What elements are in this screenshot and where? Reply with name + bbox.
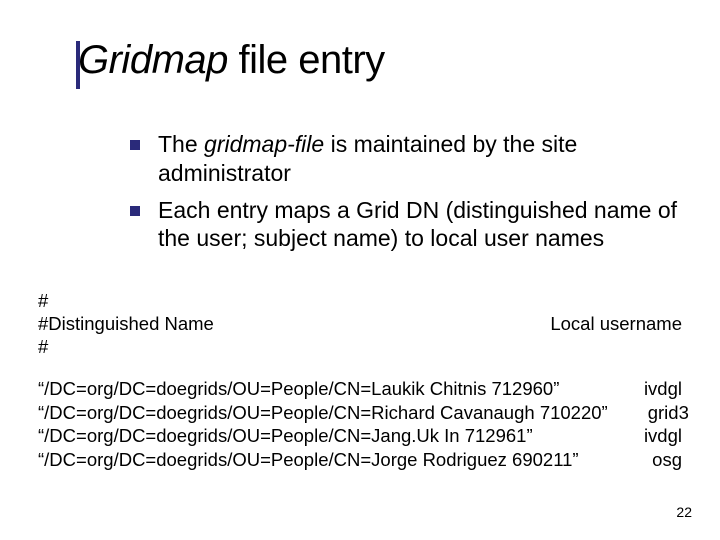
- bullet-list: The gridmap-file is maintained by the si…: [130, 130, 690, 261]
- bullet-item: Each entry maps a Grid DN (distinguished…: [130, 196, 690, 254]
- entry-dn: “/DC=org/DC=doegrids/OU=People/CN=Richar…: [38, 401, 648, 425]
- slide: Gridmap file entry The gridmap-file is m…: [0, 0, 720, 540]
- entry-user: ivdgl: [644, 377, 682, 401]
- entry-user: ivdgl: [644, 424, 682, 448]
- entry-dn: “/DC=org/DC=doegrids/OU=People/CN=Laukik…: [38, 377, 599, 401]
- entry-dn: “/DC=org/DC=doegrids/OU=People/CN=Jang.U…: [38, 424, 573, 448]
- comment-user-label: Local username: [550, 312, 682, 335]
- bullet-text-pre: The: [158, 131, 204, 157]
- entry-dn: “/DC=org/DC=doegrids/OU=People/CN=Jorge …: [38, 448, 619, 472]
- square-bullet-icon: [130, 140, 140, 150]
- entry-user: grid3: [648, 401, 689, 425]
- comment-line: #: [38, 335, 682, 358]
- bullet-text: Each entry maps a Grid DN (distinguished…: [158, 196, 690, 254]
- title-block: Gridmap file entry: [78, 38, 385, 82]
- comment-header-row: #Distinguished Name Local username: [38, 312, 682, 335]
- gridmap-entry: “/DC=org/DC=doegrids/OU=People/CN=Jang.U…: [38, 424, 682, 448]
- gridmap-entry: “/DC=org/DC=doegrids/OU=People/CN=Laukik…: [38, 377, 682, 401]
- page-number: 22: [676, 504, 692, 520]
- entry-user: osg: [652, 448, 682, 472]
- comment-dn-label: #Distinguished Name: [38, 312, 214, 335]
- bullet-text-italic: gridmap-file: [204, 131, 324, 157]
- square-bullet-icon: [130, 206, 140, 216]
- comment-header-block: # #Distinguished Name Local username #: [38, 289, 682, 358]
- bullet-item: The gridmap-file is maintained by the si…: [130, 130, 690, 188]
- title-plain-part: file entry: [228, 38, 385, 82]
- title-italic-part: Gridmap: [78, 38, 228, 82]
- bullet-text: The gridmap-file is maintained by the si…: [158, 130, 690, 188]
- bullet-text-pre: Each entry maps a Grid DN (distinguished…: [158, 197, 677, 252]
- gridmap-entry: “/DC=org/DC=doegrids/OU=People/CN=Richar…: [38, 401, 682, 425]
- gridmap-entry: “/DC=org/DC=doegrids/OU=People/CN=Jorge …: [38, 448, 682, 472]
- slide-title: Gridmap file entry: [78, 38, 385, 82]
- gridmap-entries: “/DC=org/DC=doegrids/OU=People/CN=Laukik…: [38, 377, 682, 472]
- comment-line: #: [38, 289, 682, 312]
